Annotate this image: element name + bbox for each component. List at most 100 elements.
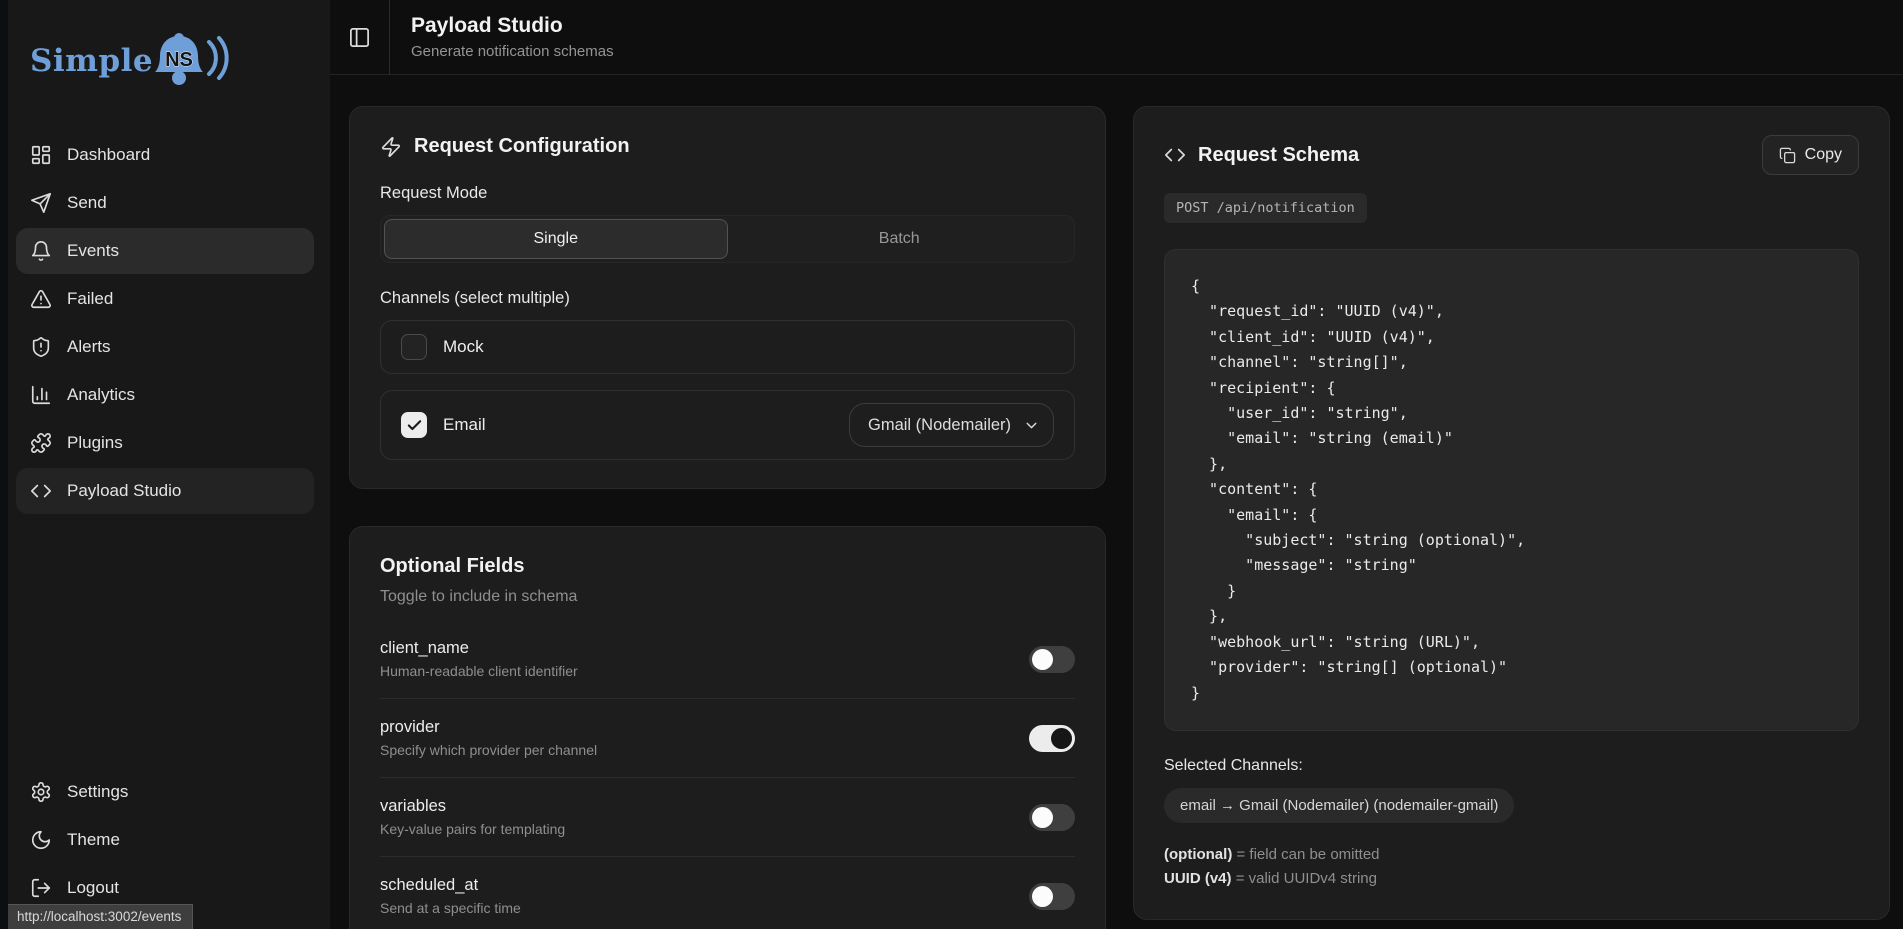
field-description: Send at a specific time <box>380 900 521 916</box>
sidebar: Simple NS Dashboard Send <box>0 0 330 929</box>
mode-batch-button[interactable]: Batch <box>728 219 1072 259</box>
schema-legend: (optional) = field can be omitted UUID (… <box>1164 843 1859 891</box>
sidebar-item-failed[interactable]: Failed <box>16 276 314 322</box>
app-window: Simple NS Dashboard Send <box>0 0 1903 929</box>
legend-definition: = field can be omitted <box>1237 846 1380 863</box>
code-icon <box>30 480 52 502</box>
main-area: Payload Studio Generate notification sch… <box>330 0 1903 929</box>
warning-triangle-icon <box>30 288 52 310</box>
client-name-toggle[interactable] <box>1029 646 1075 673</box>
legend-term: (optional) <box>1164 846 1232 863</box>
bar-chart-icon <box>30 384 52 406</box>
page-content: Request Configuration Request Mode Singl… <box>330 75 1903 929</box>
request-configuration-header: Request Configuration <box>380 135 1075 158</box>
mode-single-button[interactable]: Single <box>384 219 728 259</box>
field-name: scheduled_at <box>380 876 521 895</box>
request-schema-card: Request Schema Copy POST /api/notificati… <box>1133 106 1890 920</box>
send-icon <box>30 192 52 214</box>
sidebar-item-analytics[interactable]: Analytics <box>16 372 314 418</box>
sidebar-collapse-button[interactable] <box>330 0 390 75</box>
field-description: Specify which provider per channel <box>380 742 597 758</box>
email-provider-select[interactable]: Gmail (Nodemailer) (nodemailer-gmail) <box>849 403 1054 447</box>
field-row-provider: provider Specify which provider per chan… <box>380 699 1075 778</box>
field-description: Key-value pairs for templating <box>380 821 565 837</box>
toggle-knob <box>1032 807 1053 828</box>
page-header: Payload Studio Generate notification sch… <box>330 0 1903 75</box>
left-column: Request Configuration Request Mode Singl… <box>349 106 1106 929</box>
shield-alert-icon <box>30 336 52 358</box>
selected-channels-label: Selected Channels: <box>1164 757 1859 775</box>
schema-json: { "request_id": "UUID (v4)", "client_id"… <box>1191 274 1832 706</box>
sidebar-item-label: Payload Studio <box>67 481 181 501</box>
window-edge <box>0 0 8 929</box>
card-title: Optional Fields <box>380 555 1075 578</box>
page-subtitle: Generate notification schemas <box>411 43 614 60</box>
sidebar-item-label: Send <box>67 193 107 213</box>
page-title-block: Payload Studio Generate notification sch… <box>390 14 614 60</box>
check-icon <box>406 417 423 434</box>
code-icon <box>1164 144 1186 166</box>
field-row-variables: variables Key-value pairs for templating <box>380 778 1075 857</box>
copy-icon <box>1779 147 1796 164</box>
sidebar-item-label: Settings <box>67 782 128 802</box>
sidebar-item-plugins[interactable]: Plugins <box>16 420 314 466</box>
chevron-down-icon <box>1023 417 1040 434</box>
field-name: client_name <box>380 639 578 658</box>
field-name: variables <box>380 797 565 816</box>
brand-logo: Simple NS <box>30 30 314 92</box>
brand-name: Simple <box>30 43 153 79</box>
selected-channel-chip: email → Gmail (Nodemailer) (nodemailer-g… <box>1164 788 1514 823</box>
optional-fields-card: Optional Fields Toggle to include in sch… <box>349 526 1106 929</box>
sidebar-item-payload-studio[interactable]: Payload Studio <box>16 468 314 514</box>
right-column: Request Schema Copy POST /api/notificati… <box>1133 106 1890 920</box>
sidebar-item-events[interactable]: Events <box>16 228 314 274</box>
legend-term: UUID (v4) <box>1164 870 1232 887</box>
sidebar-item-label: Alerts <box>67 337 110 357</box>
email-checkbox[interactable] <box>401 412 427 438</box>
legend-definition: = valid UUIDv4 string <box>1236 870 1377 887</box>
sidebar-footer: Settings Theme Logout <box>16 769 314 911</box>
variables-toggle[interactable] <box>1029 804 1075 831</box>
scheduled-at-toggle[interactable] <box>1029 883 1075 910</box>
channel-label: Mock <box>443 337 484 357</box>
sidebar-item-send[interactable]: Send <box>16 180 314 226</box>
sidebar-item-theme[interactable]: Theme <box>16 817 314 863</box>
link-status-bar: http://localhost:3002/events <box>8 904 193 929</box>
optional-fields-list: client_name Human-readable client identi… <box>380 620 1075 929</box>
sidebar-item-dashboard[interactable]: Dashboard <box>16 132 314 178</box>
legend-line-uuid: UUID (v4) = valid UUIDv4 string <box>1164 867 1859 891</box>
field-row-client-name: client_name Human-readable client identi… <box>380 620 1075 699</box>
select-value: Gmail (Nodemailer) (nodemailer-gmail) <box>868 416 1015 435</box>
sidebar-spacer <box>16 514 314 769</box>
endpoint-badge: POST /api/notification <box>1164 193 1367 223</box>
bell-icon <box>30 240 52 262</box>
channels-label: Channels (select multiple) <box>380 289 1075 308</box>
request-mode-label: Request Mode <box>380 184 1075 203</box>
provider-toggle[interactable] <box>1029 725 1075 752</box>
sidebar-item-settings[interactable]: Settings <box>16 769 314 815</box>
request-configuration-card: Request Configuration Request Mode Singl… <box>349 106 1106 489</box>
channel-label: Email <box>443 415 486 435</box>
sidebar-item-label: Plugins <box>67 433 123 453</box>
puzzle-icon <box>30 432 52 454</box>
channel-row-mock[interactable]: Mock <box>380 320 1075 374</box>
request-schema-header: Request Schema Copy <box>1164 135 1859 175</box>
field-name: provider <box>380 718 597 737</box>
sidebar-item-label: Failed <box>67 289 113 309</box>
panel-left-icon <box>348 26 371 49</box>
schema-code-block: { "request_id": "UUID (v4)", "client_id"… <box>1164 249 1859 731</box>
svg-text:NS: NS <box>165 49 193 71</box>
copy-button[interactable]: Copy <box>1762 135 1859 175</box>
sidebar-item-alerts[interactable]: Alerts <box>16 324 314 370</box>
mock-checkbox[interactable] <box>401 334 427 360</box>
channel-row-email[interactable]: Email Gmail (Nodemailer) (nodemailer-gma… <box>380 390 1075 460</box>
card-title: Request Schema <box>1198 144 1359 167</box>
field-description: Human-readable client identifier <box>380 663 578 679</box>
copy-button-label: Copy <box>1805 146 1842 164</box>
field-row-scheduled-at: scheduled_at Send at a specific time <box>380 857 1075 929</box>
toggle-knob <box>1032 649 1053 670</box>
sidebar-item-label: Logout <box>67 878 119 898</box>
sidebar-nav: Dashboard Send Events Failed Alerts Anal… <box>16 132 314 514</box>
toggle-knob <box>1051 728 1072 749</box>
request-mode-segmented-control: Single Batch <box>380 215 1075 263</box>
